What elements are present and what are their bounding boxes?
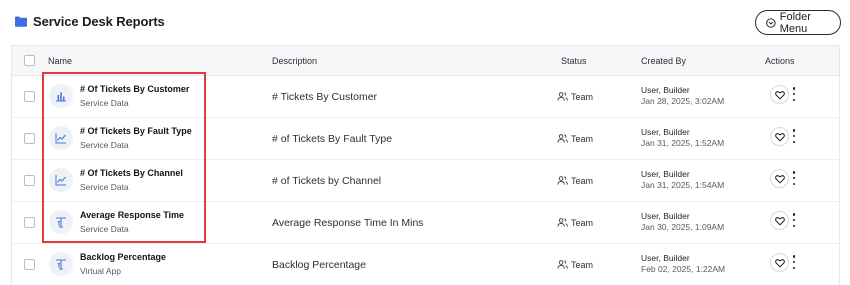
report-source: Virtual App	[80, 266, 121, 276]
text-format-icon	[49, 210, 73, 234]
team-icon	[557, 176, 568, 185]
row-checkbox[interactable]	[24, 133, 35, 144]
heart-icon	[774, 174, 785, 184]
created-date: Jan 28, 2025, 3:02AM	[641, 96, 725, 106]
report-name[interactable]: # Of Tickets By Channel	[80, 168, 183, 178]
page-header: Service Desk Reports Folder Menu	[0, 0, 850, 44]
row-checkbox[interactable]	[24, 91, 35, 102]
report-description: # Tickets By Customer	[272, 91, 378, 103]
folder-icon	[15, 16, 27, 27]
text-format-icon	[49, 252, 73, 276]
column-header-created-by[interactable]: Created By	[641, 56, 686, 66]
column-header-name[interactable]: Name	[48, 56, 72, 66]
created-date: Feb 02, 2025, 1:22AM	[641, 264, 726, 274]
team-icon	[557, 218, 568, 227]
more-options-icon[interactable]	[790, 255, 798, 269]
status-badge: Team	[557, 259, 593, 270]
column-header-status[interactable]: Status	[561, 56, 587, 66]
table-row[interactable]: # Of Tickets By Customer Service Data # …	[12, 76, 839, 118]
created-by-name: User, Builder	[641, 169, 690, 179]
status-label: Team	[571, 91, 594, 102]
status-badge: Team	[557, 133, 593, 144]
report-source: Service Data	[80, 224, 129, 234]
row-checkbox[interactable]	[24, 217, 35, 228]
report-name[interactable]: Backlog Percentage	[80, 252, 166, 262]
created-by-name: User, Builder	[641, 253, 690, 263]
report-name[interactable]: # Of Tickets By Fault Type	[80, 126, 192, 136]
favorite-button[interactable]	[770, 169, 789, 188]
column-header-actions: Actions	[765, 56, 795, 66]
team-icon	[557, 134, 568, 143]
status-badge: Team	[557, 217, 593, 228]
favorite-button[interactable]	[770, 211, 789, 230]
report-name[interactable]: # Of Tickets By Customer	[80, 84, 189, 94]
reports-table: Name Description Status Created By Actio…	[11, 45, 840, 285]
team-icon	[557, 92, 568, 101]
favorite-button[interactable]	[770, 127, 789, 146]
row-checkbox[interactable]	[24, 259, 35, 270]
created-date: Jan 31, 2025, 1:54AM	[641, 180, 725, 190]
more-options-icon[interactable]	[790, 129, 798, 143]
heart-icon	[774, 258, 785, 268]
line-chart-icon	[49, 126, 73, 150]
report-description: # of Tickets by Channel	[272, 175, 382, 187]
favorite-button[interactable]	[770, 85, 789, 104]
report-source: Service Data	[80, 98, 129, 108]
report-source: Service Data	[80, 182, 129, 192]
table-row[interactable]: Average Response Time Service Data Avera…	[12, 202, 839, 244]
favorite-button[interactable]	[770, 253, 789, 272]
report-source: Service Data	[80, 140, 129, 150]
report-description: # of Tickets By Fault Type	[272, 133, 393, 145]
page-title: Service Desk Reports	[33, 14, 165, 29]
column-header-description[interactable]: Description	[272, 56, 317, 66]
more-options-icon[interactable]	[790, 171, 798, 185]
heart-icon	[774, 216, 785, 226]
created-by-name: User, Builder	[641, 127, 690, 137]
table-header: Name Description Status Created By Actio…	[12, 46, 839, 76]
status-label: Team	[571, 175, 594, 186]
line-chart-icon	[49, 168, 73, 192]
bar-chart-icon	[49, 84, 73, 108]
created-date: Jan 30, 2025, 1:09AM	[641, 222, 725, 232]
row-checkbox[interactable]	[24, 175, 35, 186]
status-badge: Team	[557, 175, 593, 186]
more-options-icon[interactable]	[790, 213, 798, 227]
heart-icon	[774, 90, 785, 100]
status-badge: Team	[557, 91, 593, 102]
status-label: Team	[571, 259, 594, 270]
chevron-down-icon	[766, 17, 776, 28]
created-date: Jan 31, 2025, 1:52AM	[641, 138, 725, 148]
created-by-name: User, Builder	[641, 211, 690, 221]
folder-menu-label: Folder Menu	[779, 10, 811, 35]
created-by-name: User, Builder	[641, 85, 690, 95]
team-icon	[557, 260, 568, 269]
table-row[interactable]: # Of Tickets By Channel Service Data # o…	[12, 160, 839, 202]
more-options-icon[interactable]	[790, 87, 798, 101]
status-label: Team	[571, 217, 594, 228]
report-description: Backlog Percentage	[272, 259, 366, 271]
table-row[interactable]: Backlog Percentage Virtual App Backlog P…	[12, 244, 839, 285]
table-row[interactable]: # Of Tickets By Fault Type Service Data …	[12, 118, 839, 160]
select-all-checkbox[interactable]	[24, 55, 35, 66]
status-label: Team	[571, 133, 594, 144]
report-description: Average Response Time In Mins	[272, 217, 424, 229]
folder-menu-button[interactable]: Folder Menu	[755, 10, 841, 35]
report-name[interactable]: Average Response Time	[80, 210, 184, 220]
heart-icon	[774, 132, 785, 142]
